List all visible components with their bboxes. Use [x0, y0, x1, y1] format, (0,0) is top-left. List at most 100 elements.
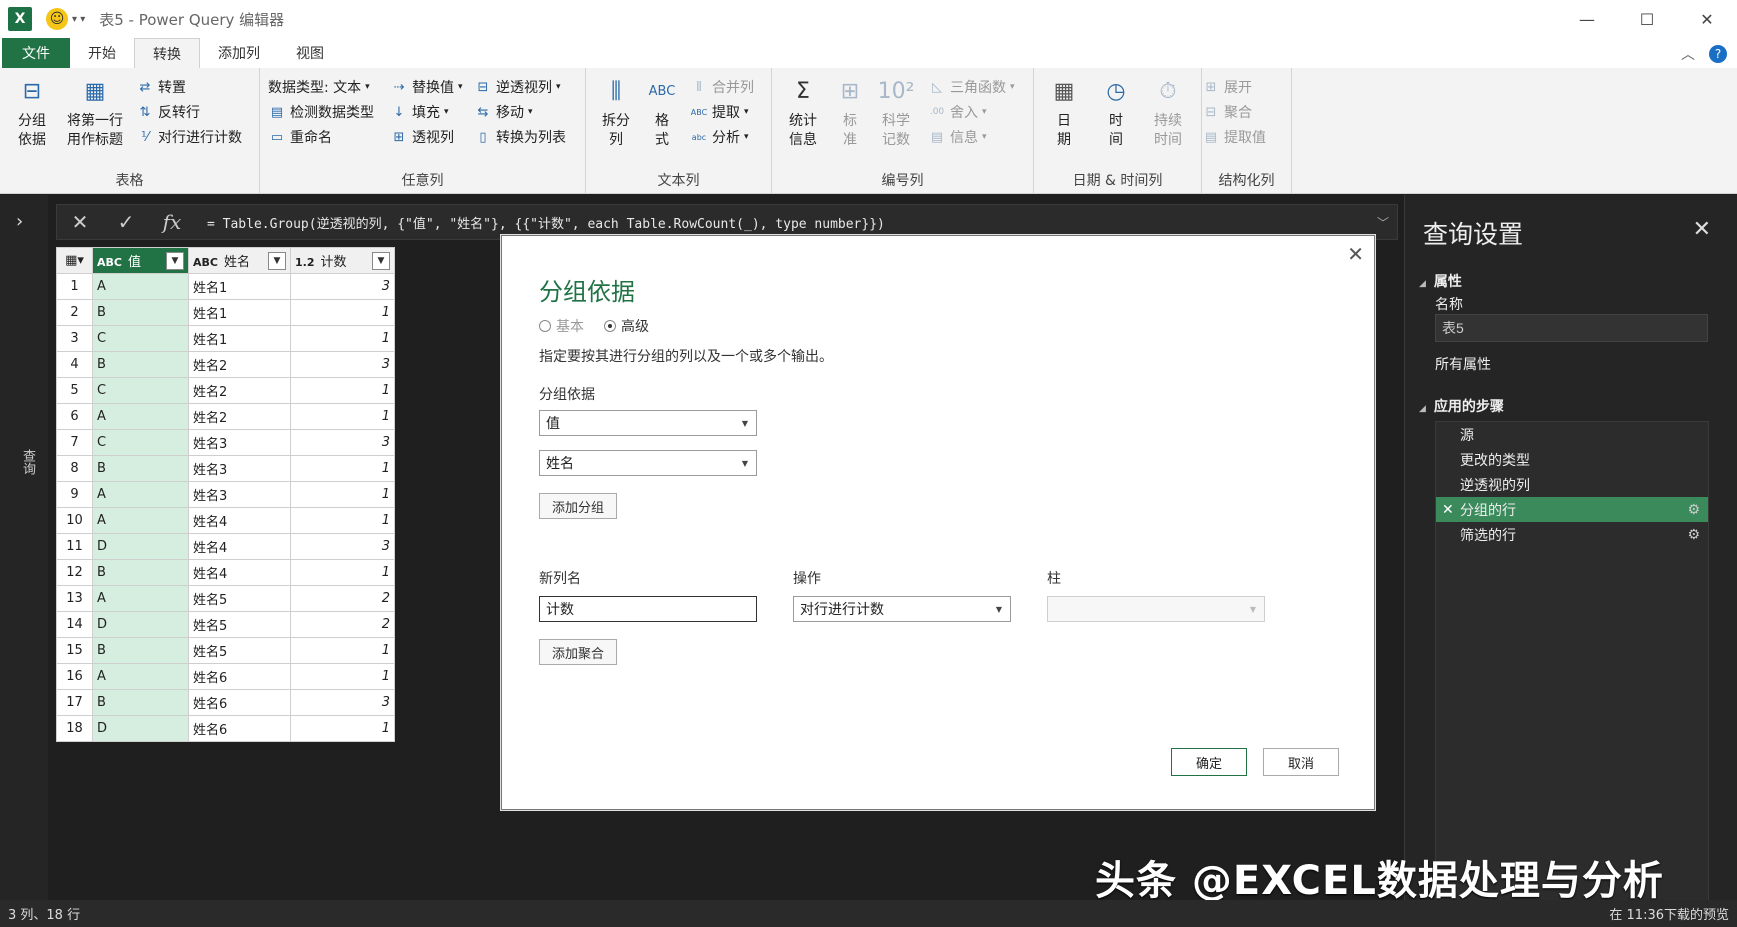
fill-button[interactable]: ↓ 填充 ▾ [390, 101, 449, 123]
ok-button[interactable]: 确定 [1171, 748, 1247, 776]
row-number[interactable]: 13 [56, 585, 93, 612]
cell-count[interactable]: 1 [290, 637, 395, 664]
row-number[interactable]: 7 [56, 429, 93, 456]
rounding-button[interactable]: .00 舍入 ▾ [928, 101, 987, 123]
table-row[interactable]: 14 D 姓名5 2 [56, 611, 395, 638]
cell-name[interactable]: 姓名2 [188, 351, 291, 378]
table-row[interactable]: 2 B 姓名1 1 [56, 299, 395, 326]
row-number[interactable]: 5 [56, 377, 93, 404]
cell-value[interactable]: D [92, 715, 189, 742]
cell-value[interactable]: C [92, 377, 189, 404]
cell-count[interactable]: 3 [290, 351, 395, 378]
table-row[interactable]: 9 A 姓名3 1 [56, 481, 395, 508]
row-number[interactable]: 12 [56, 559, 93, 586]
add-group-button[interactable]: 添加分组 [539, 493, 617, 519]
cell-count[interactable]: 2 [290, 585, 395, 612]
cell-value[interactable]: B [92, 299, 189, 326]
count-rows-button[interactable]: ⅟ 对行进行计数 [136, 126, 242, 148]
cell-name[interactable]: 姓名4 [188, 559, 291, 586]
date-button[interactable]: ▦ 日 期 [1042, 74, 1086, 150]
reverse-rows-button[interactable]: ⇅ 反转行 [136, 101, 200, 123]
cell-value[interactable]: A [92, 481, 189, 508]
extract-button[interactable]: ABC 提取 ▾ [690, 101, 749, 123]
close-window-button[interactable]: ✕ [1677, 0, 1737, 38]
merge-columns-button[interactable]: ⫴ 合并列 [690, 76, 754, 98]
duration-button[interactable]: ⏱ 持续 时间 [1144, 74, 1192, 150]
table-row[interactable]: 13 A 姓名5 2 [56, 585, 395, 612]
row-number[interactable]: 16 [56, 663, 93, 690]
quick-access-dropdown-icon[interactable]: ▾ ▾ [72, 14, 85, 25]
information-button[interactable]: ▤ 信息 ▾ [928, 126, 987, 148]
applied-step[interactable]: 更改的类型 [1436, 447, 1708, 472]
applied-step[interactable]: 逆透视的列 [1436, 472, 1708, 497]
pivot-button[interactable]: ⊞ 透视列 [390, 126, 454, 148]
cell-count[interactable]: 1 [290, 377, 395, 404]
table-row[interactable]: 5 C 姓名2 1 [56, 377, 395, 404]
cell-name[interactable]: 姓名1 [188, 325, 291, 352]
all-properties-link[interactable]: 所有属性 [1435, 354, 1491, 374]
cell-value[interactable]: A [92, 403, 189, 430]
row-number[interactable]: 2 [56, 299, 93, 326]
row-number[interactable]: 14 [56, 611, 93, 638]
cell-name[interactable]: 姓名3 [188, 455, 291, 482]
parse-button[interactable]: abc 分析 ▾ [690, 126, 749, 148]
move-button[interactable]: ⇆ 移动 ▾ [474, 101, 533, 123]
cell-value[interactable]: C [92, 325, 189, 352]
table-row[interactable]: 1 A 姓名1 3 [56, 273, 395, 300]
expand-queries-icon[interactable]: › [16, 211, 23, 232]
cell-value[interactable]: A [92, 585, 189, 612]
cell-value[interactable]: B [92, 689, 189, 716]
table-row[interactable]: 6 A 姓名2 1 [56, 403, 395, 430]
cell-name[interactable]: 姓名5 [188, 585, 291, 612]
cell-name[interactable]: 姓名6 [188, 715, 291, 742]
cell-name[interactable]: 姓名3 [188, 429, 291, 456]
cell-count[interactable]: 1 [290, 559, 395, 586]
help-icon[interactable]: ? [1709, 45, 1727, 63]
cell-count[interactable]: 1 [290, 403, 395, 430]
expand-formula-icon[interactable]: ﹀ [1377, 214, 1389, 231]
time-button[interactable]: ◷ 时 间 [1094, 74, 1138, 150]
extract-values-button[interactable]: ▤ 提取值 [1202, 126, 1266, 148]
scientific-button[interactable]: 10² 科学 记数 [874, 74, 918, 150]
data-type-dropdown[interactable]: 数据类型: 文本 ▾ [268, 76, 370, 98]
expand-button[interactable]: ⊞ 展开 [1202, 76, 1252, 98]
table-row[interactable]: 16 A 姓名6 1 [56, 663, 395, 690]
row-number[interactable]: 3 [56, 325, 93, 352]
trig-button[interactable]: ◺ 三角函数 ▾ [928, 76, 1015, 98]
cell-count[interactable]: 1 [290, 507, 395, 534]
table-row[interactable]: 3 C 姓名1 1 [56, 325, 395, 352]
table-row[interactable]: 18 D 姓名6 1 [56, 715, 395, 742]
table-row[interactable]: 4 B 姓名2 3 [56, 351, 395, 378]
fx-icon[interactable]: fx [149, 205, 195, 239]
use-first-row-button[interactable]: ▦ 将第一行 用作标题 [60, 74, 130, 150]
replace-values-button[interactable]: ⇢ 替换值 ▾ [390, 76, 463, 98]
applied-steps-section[interactable]: ◢ 应用的步骤 [1419, 396, 1504, 416]
cell-value[interactable]: B [92, 637, 189, 664]
tab-add-column[interactable]: 添加列 [200, 38, 278, 68]
table-menu-header[interactable]: ▦▾ [56, 247, 93, 274]
statistics-button[interactable]: Σ 统计 信息 [780, 74, 826, 150]
column-header-count[interactable]: 1.2 计数 ▼ [290, 247, 395, 274]
collapse-ribbon-icon[interactable]: ︿ [1681, 44, 1695, 64]
new-column-name-input[interactable] [539, 596, 757, 622]
feedback-smiley-icon[interactable]: ☺ [46, 8, 68, 30]
column-select[interactable]: ▼ [1047, 596, 1265, 622]
transpose-button[interactable]: ⇄ 转置 [136, 76, 186, 98]
cell-name[interactable]: 姓名5 [188, 611, 291, 638]
filter-dropdown-icon[interactable]: ▼ [166, 251, 184, 270]
applied-step[interactable]: 源 [1436, 422, 1708, 447]
cancel-button[interactable]: 取消 [1263, 748, 1339, 776]
cell-count[interactable]: 3 [290, 689, 395, 716]
standard-button[interactable]: ⊞ 标 准 [830, 74, 870, 150]
group-by-select-2[interactable]: 姓名 ▼ [539, 450, 757, 476]
cell-name[interactable]: 姓名6 [188, 689, 291, 716]
tab-file[interactable]: 文件 [2, 38, 70, 68]
close-dialog-icon[interactable]: ✕ [1347, 242, 1364, 266]
cell-count[interactable]: 3 [290, 429, 395, 456]
add-aggregation-button[interactable]: 添加聚合 [539, 639, 617, 665]
row-number[interactable]: 6 [56, 403, 93, 430]
rename-button[interactable]: ▭ 重命名 [268, 126, 332, 148]
radio-basic[interactable]: 基本 [539, 316, 584, 336]
confirm-formula-icon[interactable]: ✓ [103, 205, 149, 239]
cell-name[interactable]: 姓名1 [188, 273, 291, 300]
